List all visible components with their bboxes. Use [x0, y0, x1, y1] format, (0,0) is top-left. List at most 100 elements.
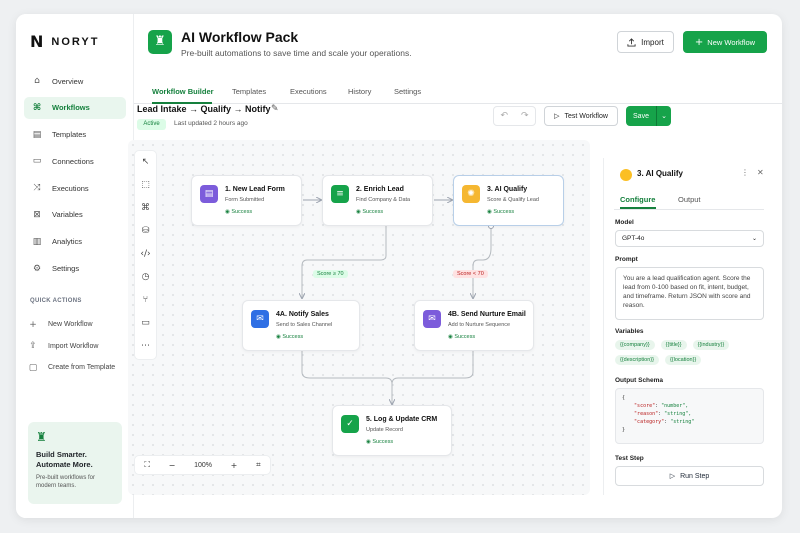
promo-title: Build Smarter. Automate More. — [36, 450, 93, 469]
new-workflow-button[interactable]: + New Workflow — [683, 31, 767, 53]
brain-icon — [620, 169, 632, 181]
quick-action-label: Import Workflow — [48, 342, 99, 350]
variable-chip[interactable]: {{description}} — [615, 355, 659, 365]
sidebar-item-workflows[interactable]: ⌘ Workflows — [24, 96, 126, 119]
branch-icon[interactable]: ⑂ — [135, 289, 156, 312]
workflow-node-new-lead-form[interactable]: ▤ 1. New Lead Form Form Submitted ◉ Succ… — [191, 175, 302, 226]
workflow-node-ai-qualify[interactable]: ✺ 3. AI Qualify Score & Qualify Lead ◉ S… — [453, 175, 564, 226]
logo-mark-icon: N — [30, 32, 44, 51]
schema-open: { — [622, 395, 626, 401]
zoom-out-icon[interactable]: − — [169, 461, 176, 470]
form-icon: ▤ — [200, 185, 218, 203]
prompt-label: Prompt — [615, 256, 638, 263]
sidebar: N NORYT ⌂ Overview ⌘ Workflows ▤ Templates … — [16, 14, 134, 518]
workflow-icon: ⌘ — [32, 102, 42, 113]
node-status: ◉ Success — [276, 334, 303, 340]
sidebar-item-overview[interactable]: ⌂ Overview — [24, 70, 126, 92]
sidebar-item-analytics[interactable]: ▥ Analytics — [24, 231, 126, 253]
auto-layout-icon[interactable]: ⌗ — [256, 460, 261, 470]
variable-chip[interactable]: {{company}} — [615, 340, 655, 350]
tab-workflow-builder[interactable]: Workflow Builder — [152, 87, 214, 96]
new-workflow-label: New Workflow — [707, 37, 756, 47]
quick-action-label: Create from Template — [48, 364, 116, 372]
canvas-toolbar: ↖ ⬚ ⌘ ⛁ ‹/› ◷ ⑂ ▭ ⋯ — [134, 150, 157, 360]
variable-chip[interactable]: {{industry}} — [692, 340, 730, 350]
upload-icon — [627, 37, 636, 47]
workflow-node-enrich-lead[interactable]: ≡ 2. Enrich Lead Find Company & Data ◉ S… — [322, 175, 433, 226]
tab-templates[interactable]: Templates — [232, 87, 266, 96]
workflow-node-send-nurture-email[interactable]: ✉ 4B. Send Nurture Email Add to Nurture … — [414, 300, 534, 351]
plus-icon: + — [694, 36, 704, 48]
test-step-label: Test Step — [615, 455, 644, 462]
brand-logo[interactable]: N NORYT — [30, 32, 99, 51]
play-icon: ▷ — [554, 112, 560, 120]
undo-redo-group: ↶ ↷ — [493, 106, 536, 126]
test-workflow-button[interactable]: ▷ Test Workflow — [544, 106, 618, 126]
import-button[interactable]: Import — [617, 31, 674, 53]
run-step-button[interactable]: ▷ Run Step — [615, 466, 764, 486]
node-status-label: Success — [372, 439, 394, 445]
save-label: Save — [633, 112, 649, 120]
tab-output[interactable]: Output — [678, 195, 701, 204]
select-area-icon[interactable]: ⬚ — [135, 174, 156, 197]
quick-action-create-from-template[interactable]: ▢ Create from Template — [28, 357, 115, 379]
home-icon: ⌂ — [34, 76, 40, 86]
mail-icon: ✉ — [423, 310, 441, 328]
node-title: 4A. Notify Sales — [276, 311, 329, 318]
workflow-node-log-update-crm[interactable]: ✓ 5. Log & Update CRM Update Record ◉ Su… — [332, 405, 452, 456]
sidebar-item-executions[interactable]: ⤨ Executions — [24, 177, 126, 199]
sidebar-item-templates[interactable]: ▤ Templates — [24, 124, 126, 146]
database-icon[interactable]: ⛁ — [135, 220, 156, 243]
tab-history[interactable]: History — [348, 87, 371, 96]
edge-label-score-high: Score ≥ 70 — [313, 270, 348, 278]
promo-subtitle: Pre-built workflows for modern teams. — [36, 475, 96, 489]
schema-key: "reason" — [634, 411, 659, 417]
node-subtitle: Form Submitted — [225, 197, 265, 203]
sidebar-item-variables[interactable]: ⊠ Variables — [24, 204, 126, 226]
pointer-icon[interactable]: ↖ — [135, 151, 156, 174]
chevron-down-icon[interactable]: ⌄ — [657, 112, 671, 120]
comment-icon[interactable]: ▭ — [135, 312, 156, 335]
import-label: Import — [641, 37, 664, 47]
sidebar-item-label: Analytics — [52, 237, 83, 247]
sidebar-item-connections[interactable]: ▭ Connections — [24, 150, 126, 172]
node-status: ◉ Success — [225, 209, 252, 215]
close-icon[interactable]: ✕ — [757, 168, 764, 177]
undo-icon[interactable]: ↶ — [500, 111, 508, 121]
clock-icon[interactable]: ◷ — [135, 266, 156, 289]
fit-view-icon[interactable]: ⛶ — [144, 460, 150, 470]
tab-settings[interactable]: Settings — [394, 87, 421, 96]
tab-executions[interactable]: Executions — [290, 87, 327, 96]
quick-action-label: New Workflow — [48, 321, 93, 329]
model-select[interactable]: GPT-4o ⌄ — [615, 230, 764, 247]
variables-label: Variables — [615, 328, 644, 335]
variable-chip[interactable]: {{title}} — [660, 340, 687, 350]
workflow-node-notify-sales[interactable]: ✉ 4A. Notify Sales Send to Sales Channel… — [242, 300, 360, 351]
pencil-icon[interactable]: ✎ — [271, 104, 279, 114]
redo-icon[interactable]: ↷ — [521, 111, 529, 121]
more-vertical-icon[interactable]: ⋮ — [741, 168, 749, 177]
main-tabs: Workflow Builder Templates Executions Hi… — [134, 80, 782, 104]
more-icon[interactable]: ⋯ — [135, 335, 156, 358]
page-subtitle: Pre-built automations to save time and s… — [181, 48, 412, 58]
settings-icon: ⚙ — [32, 263, 42, 274]
quick-action-new-workflow[interactable]: + New Workflow — [28, 314, 115, 336]
node-subtitle: Find Company & Data — [356, 197, 411, 203]
zoom-in-icon[interactable]: + — [231, 461, 238, 470]
variable-chip[interactable]: {{location}} — [664, 355, 702, 365]
code-icon[interactable]: ‹/› — [135, 243, 156, 266]
quick-actions-title: QUICK ACTIONS — [30, 298, 82, 304]
quick-action-import-workflow[interactable]: ⇪ Import Workflow — [28, 336, 115, 358]
save-button[interactable]: Save ⌄ — [626, 106, 671, 126]
workflow-icon[interactable]: ⌘ — [135, 197, 156, 220]
tab-configure[interactable]: Configure — [620, 195, 655, 204]
zoom-level: 100% — [194, 461, 212, 469]
node-status-label: Success — [282, 334, 304, 340]
output-schema-editor[interactable]: { "score": "number", "reason": "string",… — [615, 388, 764, 444]
prompt-textarea[interactable]: You are a lead qualification agent. Scor… — [615, 267, 764, 320]
workflow-title: Lead Intake → Qualify → Notify — [137, 104, 271, 114]
model-value: GPT-4o — [622, 235, 645, 242]
schema-close: } — [622, 427, 626, 433]
sidebar-item-settings[interactable]: ⚙ Settings — [24, 258, 126, 280]
import-icon: ⇪ — [29, 341, 37, 352]
